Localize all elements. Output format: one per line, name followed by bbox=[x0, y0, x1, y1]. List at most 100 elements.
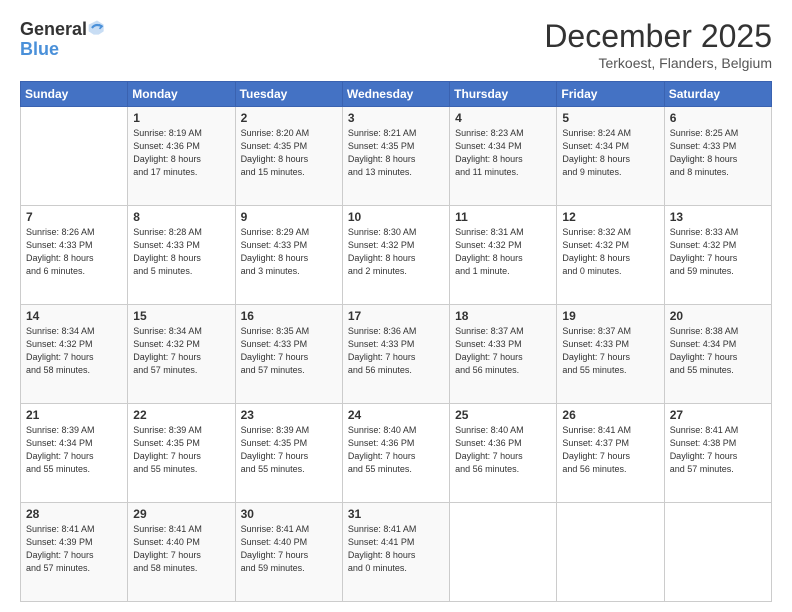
calendar-cell bbox=[450, 503, 557, 602]
header-row: SundayMondayTuesdayWednesdayThursdayFrid… bbox=[21, 82, 772, 107]
calendar-week: 7 Sunrise: 8:26 AM Sunset: 4:33 PM Daylig… bbox=[21, 206, 772, 305]
calendar-cell: 4 Sunrise: 8:23 AM Sunset: 4:34 PM Daylig… bbox=[450, 107, 557, 206]
day-info: Sunrise: 8:28 AM Sunset: 4:33 PM Dayligh… bbox=[133, 226, 229, 278]
day-info: Sunrise: 8:19 AM Sunset: 4:36 PM Dayligh… bbox=[133, 127, 229, 179]
weekday-header: Thursday bbox=[450, 82, 557, 107]
calendar-cell: 14 Sunrise: 8:34 AM Sunset: 4:32 PM Dayli… bbox=[21, 305, 128, 404]
day-number: 2 bbox=[241, 111, 337, 125]
day-number: 30 bbox=[241, 507, 337, 521]
calendar-cell: 12 Sunrise: 8:32 AM Sunset: 4:32 PM Dayli… bbox=[557, 206, 664, 305]
title-block: December 2025 Terkoest, Flanders, Belgiu… bbox=[544, 18, 772, 71]
day-info: Sunrise: 8:39 AM Sunset: 4:35 PM Dayligh… bbox=[133, 424, 229, 476]
calendar-cell: 20Sunrise: 8:38 AM Sunset: 4:34 PM Dayli… bbox=[664, 305, 771, 404]
day-info: Sunrise: 8:40 AM Sunset: 4:36 PM Dayligh… bbox=[455, 424, 551, 476]
calendar-cell: 23Sunrise: 8:39 AM Sunset: 4:35 PM Dayli… bbox=[235, 404, 342, 503]
day-info: Sunrise: 8:26 AM Sunset: 4:33 PM Dayligh… bbox=[26, 226, 122, 278]
calendar-cell: 13 Sunrise: 8:33 AM Sunset: 4:32 PM Dayli… bbox=[664, 206, 771, 305]
weekday-header: Monday bbox=[128, 82, 235, 107]
day-info: Sunrise: 8:41 AM Sunset: 4:41 PM Dayligh… bbox=[348, 523, 444, 575]
day-number: 6 bbox=[670, 111, 766, 125]
day-number: 7 bbox=[26, 210, 122, 224]
day-number: 4 bbox=[455, 111, 551, 125]
day-number: 17 bbox=[348, 309, 444, 323]
calendar-cell: 11 Sunrise: 8:31 AM Sunset: 4:32 PM Dayli… bbox=[450, 206, 557, 305]
day-number: 12 bbox=[562, 210, 658, 224]
day-info: Sunrise: 8:24 AM Sunset: 4:34 PM Dayligh… bbox=[562, 127, 658, 179]
calendar-cell: 16 Sunrise: 8:35 AM Sunset: 4:33 PM Dayli… bbox=[235, 305, 342, 404]
calendar-cell: 31 Sunrise: 8:41 AM Sunset: 4:41 PM Dayli… bbox=[342, 503, 449, 602]
day-info: Sunrise: 8:37 AM Sunset: 4:33 PM Dayligh… bbox=[562, 325, 658, 377]
weekday-header: Friday bbox=[557, 82, 664, 107]
calendar-cell: 27 Sunrise: 8:41 AM Sunset: 4:38 PM Dayli… bbox=[664, 404, 771, 503]
logo-icon bbox=[87, 18, 107, 38]
day-number: 24 bbox=[348, 408, 444, 422]
day-info: Sunrise: 8:37 AM Sunset: 4:33 PM Dayligh… bbox=[455, 325, 551, 377]
weekday-header: Tuesday bbox=[235, 82, 342, 107]
day-info: Sunrise: 8:25 AM Sunset: 4:33 PM Dayligh… bbox=[670, 127, 766, 179]
calendar-cell bbox=[664, 503, 771, 602]
day-info: Sunrise: 8:41 AM Sunset: 4:37 PM Dayligh… bbox=[562, 424, 658, 476]
calendar-cell: 15 Sunrise: 8:34 AM Sunset: 4:32 PM Dayli… bbox=[128, 305, 235, 404]
calendar-cell: 1 Sunrise: 8:19 AM Sunset: 4:36 PM Daylig… bbox=[128, 107, 235, 206]
calendar-cell: 10 Sunrise: 8:30 AM Sunset: 4:32 PM Dayli… bbox=[342, 206, 449, 305]
calendar-cell: 30 Sunrise: 8:41 AM Sunset: 4:40 PM Dayli… bbox=[235, 503, 342, 602]
day-number: 1 bbox=[133, 111, 229, 125]
day-info: Sunrise: 8:38 AM Sunset: 4:34 PM Dayligh… bbox=[670, 325, 766, 377]
day-number: 13 bbox=[670, 210, 766, 224]
calendar-cell: 7 Sunrise: 8:26 AM Sunset: 4:33 PM Daylig… bbox=[21, 206, 128, 305]
day-info: Sunrise: 8:29 AM Sunset: 4:33 PM Dayligh… bbox=[241, 226, 337, 278]
calendar-cell: 8 Sunrise: 8:28 AM Sunset: 4:33 PM Daylig… bbox=[128, 206, 235, 305]
day-number: 25 bbox=[455, 408, 551, 422]
calendar-week: 21Sunrise: 8:39 AM Sunset: 4:34 PM Dayli… bbox=[21, 404, 772, 503]
calendar-cell: 2 Sunrise: 8:20 AM Sunset: 4:35 PM Daylig… bbox=[235, 107, 342, 206]
logo: General Blue bbox=[20, 18, 107, 58]
calendar-cell: 5 Sunrise: 8:24 AM Sunset: 4:34 PM Daylig… bbox=[557, 107, 664, 206]
day-number: 14 bbox=[26, 309, 122, 323]
day-info: Sunrise: 8:34 AM Sunset: 4:32 PM Dayligh… bbox=[133, 325, 229, 377]
day-info: Sunrise: 8:35 AM Sunset: 4:33 PM Dayligh… bbox=[241, 325, 337, 377]
calendar-cell: 29 Sunrise: 8:41 AM Sunset: 4:40 PM Dayli… bbox=[128, 503, 235, 602]
calendar-week: 28Sunrise: 8:41 AM Sunset: 4:39 PM Dayli… bbox=[21, 503, 772, 602]
logo-blue: Blue bbox=[20, 40, 59, 58]
weekday-header: Sunday bbox=[21, 82, 128, 107]
day-number: 10 bbox=[348, 210, 444, 224]
day-info: Sunrise: 8:31 AM Sunset: 4:32 PM Dayligh… bbox=[455, 226, 551, 278]
day-info: Sunrise: 8:41 AM Sunset: 4:38 PM Dayligh… bbox=[670, 424, 766, 476]
day-info: Sunrise: 8:41 AM Sunset: 4:40 PM Dayligh… bbox=[133, 523, 229, 575]
day-number: 26 bbox=[562, 408, 658, 422]
day-number: 23 bbox=[241, 408, 337, 422]
calendar-cell: 25 Sunrise: 8:40 AM Sunset: 4:36 PM Dayli… bbox=[450, 404, 557, 503]
day-number: 8 bbox=[133, 210, 229, 224]
day-info: Sunrise: 8:34 AM Sunset: 4:32 PM Dayligh… bbox=[26, 325, 122, 377]
day-info: Sunrise: 8:33 AM Sunset: 4:32 PM Dayligh… bbox=[670, 226, 766, 278]
calendar-cell: 28Sunrise: 8:41 AM Sunset: 4:39 PM Dayli… bbox=[21, 503, 128, 602]
day-info: Sunrise: 8:41 AM Sunset: 4:40 PM Dayligh… bbox=[241, 523, 337, 575]
day-number: 16 bbox=[241, 309, 337, 323]
day-number: 11 bbox=[455, 210, 551, 224]
calendar-cell: 22Sunrise: 8:39 AM Sunset: 4:35 PM Dayli… bbox=[128, 404, 235, 503]
calendar-week: 1 Sunrise: 8:19 AM Sunset: 4:36 PM Daylig… bbox=[21, 107, 772, 206]
day-info: Sunrise: 8:32 AM Sunset: 4:32 PM Dayligh… bbox=[562, 226, 658, 278]
day-info: Sunrise: 8:39 AM Sunset: 4:34 PM Dayligh… bbox=[26, 424, 122, 476]
day-info: Sunrise: 8:36 AM Sunset: 4:33 PM Dayligh… bbox=[348, 325, 444, 377]
day-number: 29 bbox=[133, 507, 229, 521]
day-number: 15 bbox=[133, 309, 229, 323]
day-info: Sunrise: 8:20 AM Sunset: 4:35 PM Dayligh… bbox=[241, 127, 337, 179]
month-title: December 2025 bbox=[544, 18, 772, 55]
calendar-cell: 24 Sunrise: 8:40 AM Sunset: 4:36 PM Dayli… bbox=[342, 404, 449, 503]
calendar-cell: 17 Sunrise: 8:36 AM Sunset: 4:33 PM Dayli… bbox=[342, 305, 449, 404]
day-number: 31 bbox=[348, 507, 444, 521]
calendar-week: 14 Sunrise: 8:34 AM Sunset: 4:32 PM Dayli… bbox=[21, 305, 772, 404]
calendar-cell: 21Sunrise: 8:39 AM Sunset: 4:34 PM Dayli… bbox=[21, 404, 128, 503]
day-number: 27 bbox=[670, 408, 766, 422]
day-number: 19 bbox=[562, 309, 658, 323]
day-info: Sunrise: 8:23 AM Sunset: 4:34 PM Dayligh… bbox=[455, 127, 551, 179]
day-number: 3 bbox=[348, 111, 444, 125]
day-info: Sunrise: 8:40 AM Sunset: 4:36 PM Dayligh… bbox=[348, 424, 444, 476]
calendar-cell: 6 Sunrise: 8:25 AM Sunset: 4:33 PM Daylig… bbox=[664, 107, 771, 206]
calendar-cell bbox=[21, 107, 128, 206]
day-number: 5 bbox=[562, 111, 658, 125]
day-info: Sunrise: 8:30 AM Sunset: 4:32 PM Dayligh… bbox=[348, 226, 444, 278]
weekday-header: Wednesday bbox=[342, 82, 449, 107]
calendar-cell: 3Sunrise: 8:21 AM Sunset: 4:35 PM Daylig… bbox=[342, 107, 449, 206]
